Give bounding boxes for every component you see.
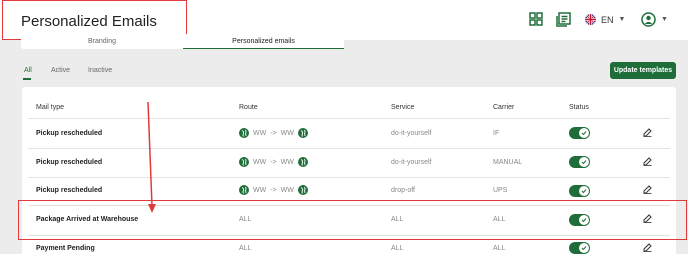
annotation-arrow-icon	[147, 101, 156, 213]
